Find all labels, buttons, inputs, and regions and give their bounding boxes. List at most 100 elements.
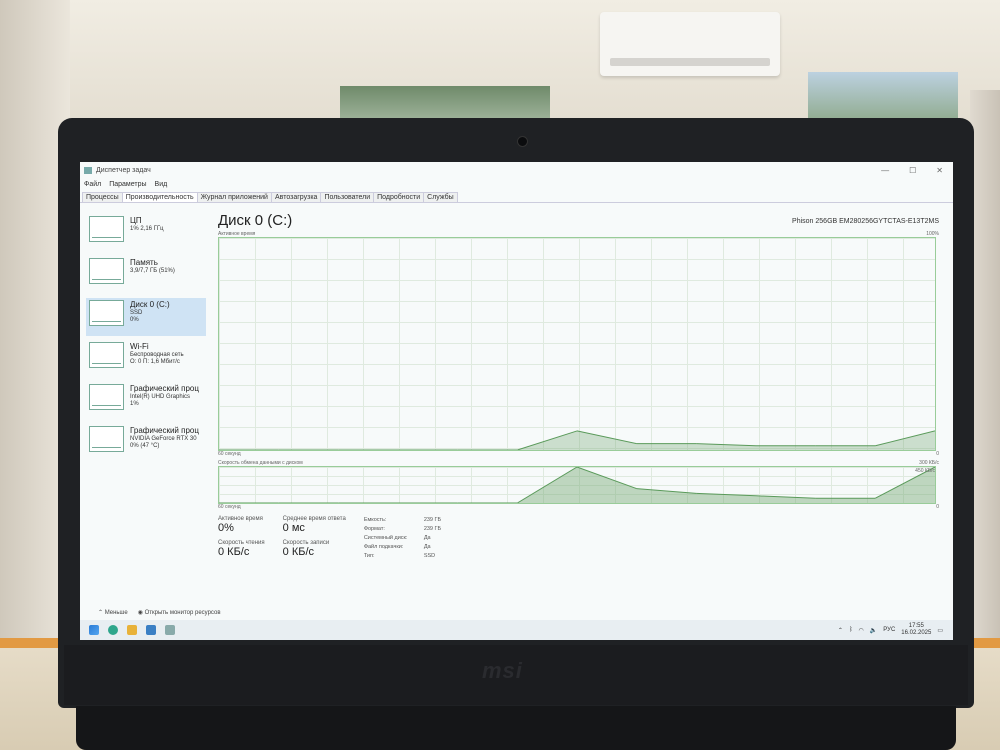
disk-properties: Емкость: 239 ГБ Формат: 239 ГБ Системный д…: [364, 516, 454, 561]
clock-time: 17:55: [908, 623, 924, 629]
window-controls: — ☐ ✕: [881, 166, 953, 175]
sidebar-item-line1: Intel(R) UHD Graphics: [130, 394, 191, 400]
sidebar-item-title: ЦП: [130, 216, 142, 225]
screen: Диспетчер задач — ☐ ✕ Файл Параметры Вид…: [80, 162, 953, 640]
language-indicator[interactable]: РУС: [883, 627, 895, 633]
sidebar-item-line2: 1%: [130, 401, 139, 407]
sidebar-item-title: Wi-Fi: [130, 342, 149, 351]
notification-icon[interactable]: ▭: [937, 627, 943, 634]
bluetooth-icon[interactable]: ᛒ: [849, 627, 853, 633]
msi-logo: msi: [482, 658, 523, 683]
disk-thumbnail: [89, 300, 124, 326]
window-title: Диспетчер задач: [96, 166, 151, 174]
chart2-x-left: 60 секунд: [218, 504, 241, 510]
sidebar-item-title: Графический проц: [130, 384, 199, 393]
chart2-inner-label: 450 КБ/с: [915, 468, 935, 474]
chart1-x-left: 60 секунд: [218, 451, 241, 457]
prop-key: Файл подкачки:: [363, 544, 404, 550]
sidebar-item-line1: 3,9/7,7 ГБ (51%): [130, 268, 175, 274]
active-time-value: 0%: [218, 522, 234, 534]
chart-area: [219, 430, 935, 450]
menu-file[interactable]: Файл: [84, 181, 101, 188]
resource-monitor-label: Открыть монитор ресурсов: [144, 610, 221, 616]
clock[interactable]: 17:55 16.02.2025: [901, 623, 931, 637]
taskbar: ⌃ ᛒ ◠ 🔈 РУС 17:55 16.02.2025 ▭: [80, 620, 953, 640]
task-manager-taskbar-icon[interactable]: [165, 625, 175, 635]
prop-value: SSD: [423, 553, 436, 559]
laptop-hinge: [76, 706, 956, 750]
explorer-icon[interactable]: [127, 625, 137, 635]
transfer-rate-chart: [218, 466, 936, 504]
maximize-button[interactable]: ☐: [909, 166, 916, 175]
stats-col-2: Среднее время ответа 0 мс Скорость запис…: [283, 516, 346, 561]
prop-key: Емкость:: [363, 517, 387, 523]
stats-col-1: Активное время 0% Скорость чтения 0 КБ/с: [218, 516, 265, 561]
sidebar-item-line1: Беспроводная сеть: [130, 352, 184, 358]
windows-start-icon[interactable]: [89, 625, 99, 635]
main-panel: Диск 0 (C:) Phison 256GB EM280256GYTCTAS…: [218, 212, 939, 618]
system-tray: ⌃ ᛒ ◠ 🔈 РУС 17:55 16.02.2025 ▭: [838, 623, 953, 637]
tab-details[interactable]: Подробности: [373, 192, 425, 202]
footer: ⌃ Меньше ◉ Открыть монитор ресурсов: [98, 609, 221, 616]
sidebar-item-cpu[interactable]: ЦП 1% 2,16 ГГц: [86, 214, 206, 252]
prop-value: Да: [423, 535, 431, 541]
minimize-button[interactable]: —: [881, 166, 889, 175]
sidebar-item-title: Память: [130, 258, 158, 267]
gpu0-thumbnail: [89, 384, 124, 410]
store-icon[interactable]: [146, 625, 156, 635]
tray-chevron-icon[interactable]: ⌃: [838, 627, 843, 634]
prop-key: Формат:: [363, 526, 385, 532]
menu-options[interactable]: Параметры: [109, 181, 146, 188]
wifi-thumbnail: [89, 342, 124, 368]
sidebar-item-line1: NVIDIA GeForce RTX 30: [130, 436, 197, 442]
sidebar-item-wifi[interactable]: Wi-Fi Беспроводная сеть О: 0 П: 1,6 Мбит…: [86, 340, 206, 378]
prop-key: Тип:: [363, 553, 375, 559]
fewer-details-button[interactable]: ⌃ Меньше: [98, 609, 128, 616]
chart1-x-right: 0: [936, 451, 939, 457]
webcam: [517, 136, 528, 147]
chart-area: [219, 467, 935, 503]
read-speed-value: 0 КБ/с: [218, 546, 250, 558]
response-time-value: 0 мс: [282, 522, 305, 534]
sidebar-item-line1: 1% 2,16 ГГц: [130, 226, 164, 232]
memory-thumbnail: [89, 258, 124, 284]
prop-key: Системный диск:: [363, 535, 408, 541]
tab-users[interactable]: Пользователи: [320, 192, 375, 202]
fewer-details-label: Меньше: [104, 610, 128, 616]
active-time-chart: [218, 237, 936, 451]
tab-processes[interactable]: Процессы: [82, 192, 123, 202]
write-speed-value: 0 КБ/с: [282, 546, 314, 558]
sidebar-item-gpu1[interactable]: Графический проц NVIDIA GeForce RTX 30 0…: [86, 424, 206, 462]
perf-sidebar: ЦП 1% 2,16 ГГц Память 3,9/7,7 ГБ (51%) Д…: [86, 214, 206, 466]
cpu-thumbnail: [89, 216, 124, 242]
task-manager-icon: [84, 166, 92, 174]
sidebar-item-gpu0[interactable]: Графический проц Intel(R) UHD Graphics 1…: [86, 382, 206, 420]
sidebar-item-title: Графический проц: [130, 426, 199, 435]
wifi-icon[interactable]: ◠: [859, 627, 864, 634]
background-window: [340, 86, 550, 120]
volume-icon[interactable]: 🔈: [870, 627, 877, 634]
prop-value: Да: [423, 544, 431, 550]
clock-date: 16.02.2025: [901, 630, 932, 636]
background-window-2: [808, 72, 958, 124]
edge-icon[interactable]: [108, 625, 118, 635]
sidebar-item-disk[interactable]: Диск 0 (C:) SSD 0%: [86, 298, 206, 336]
open-resource-monitor-link[interactable]: ◉ Открыть монитор ресурсов: [138, 609, 221, 616]
sidebar-item-memory[interactable]: Память 3,9/7,7 ГБ (51%): [86, 256, 206, 294]
sidebar-item-line1: SSD: [130, 310, 143, 316]
sidebar-item-line2: 0%: [130, 317, 139, 323]
menu-bar: Файл Параметры Вид: [80, 178, 953, 190]
tab-services[interactable]: Службы: [423, 192, 458, 202]
menu-view[interactable]: Вид: [155, 181, 168, 188]
tab-startup[interactable]: Автозагрузка: [270, 192, 322, 202]
sidebar-item-line2: О: 0 П: 1,6 Мбит/с: [130, 359, 180, 365]
disk-model: Phison 256GB EM280256GYTCTAS-E13T2MS: [792, 218, 939, 225]
chart2-x-right: 0: [936, 504, 939, 510]
close-button[interactable]: ✕: [936, 166, 943, 175]
stats-panel: Активное время 0% Скорость чтения 0 КБ/с…: [218, 516, 939, 561]
title-bar: Диспетчер задач — ☐ ✕: [80, 162, 953, 178]
prop-value: 239 ГБ: [423, 526, 442, 532]
tab-performance[interactable]: Производительность: [121, 192, 198, 202]
tab-app-history[interactable]: Журнал приложений: [196, 192, 272, 202]
sidebar-item-title: Диск 0 (C:): [130, 300, 170, 309]
